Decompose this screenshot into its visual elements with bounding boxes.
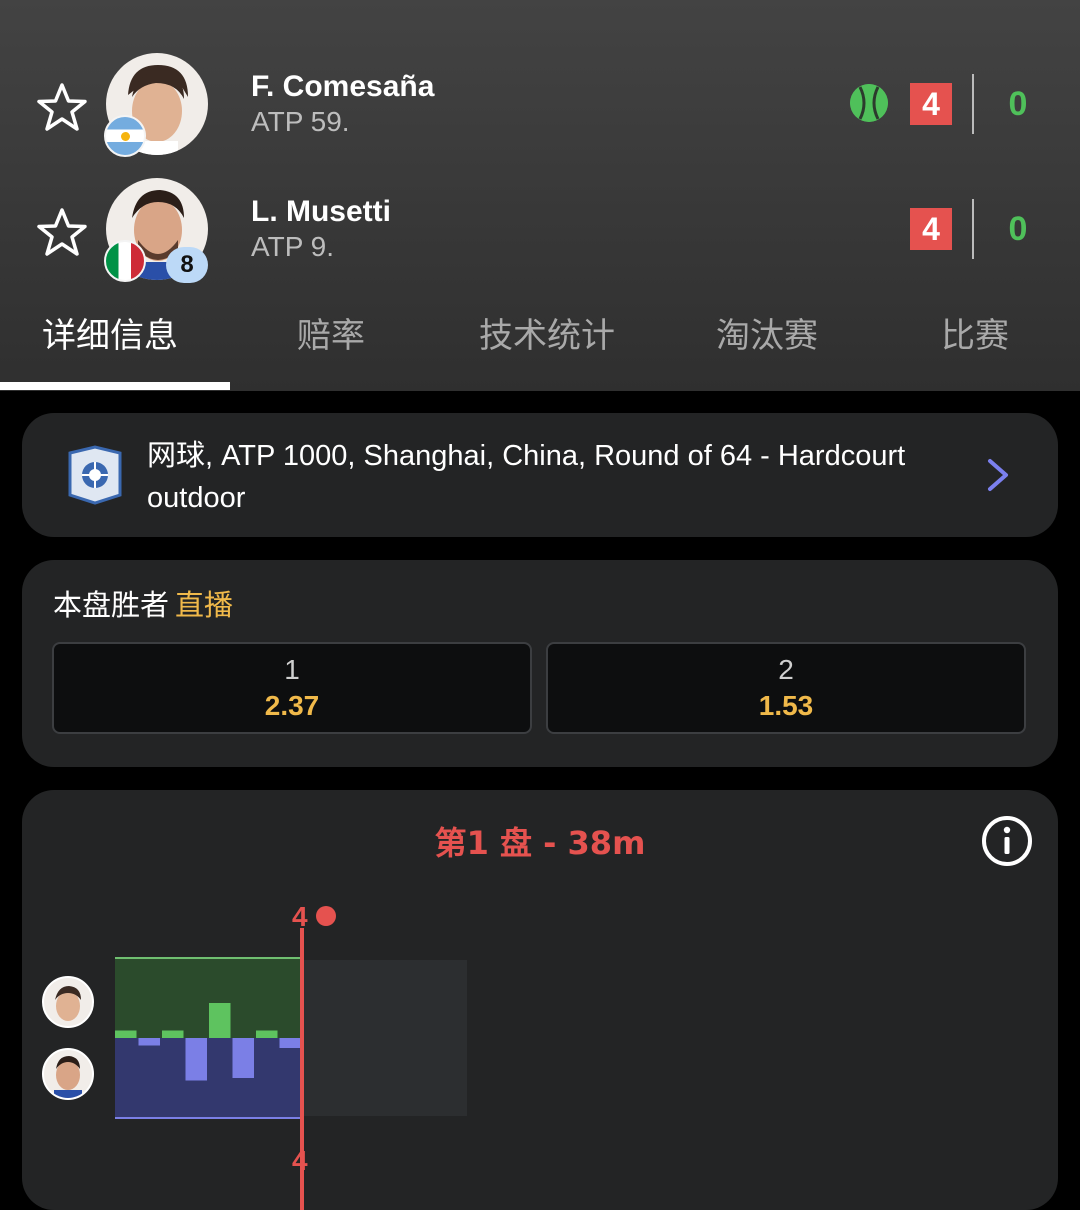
argentina-flag-icon xyxy=(104,115,146,157)
sets-score: 0 xyxy=(1008,210,1028,248)
info-icon[interactable] xyxy=(980,814,1034,868)
match-header: F. Comesaña ATP 59. 4 0 8 L. Musetti ATP… xyxy=(0,0,1080,391)
player-rank: ATP 9. xyxy=(251,231,335,262)
game-bar xyxy=(256,1030,278,1038)
star-icon[interactable] xyxy=(34,205,90,261)
atp-shanghai-logo-icon xyxy=(68,445,122,505)
odds-option-label: 2 xyxy=(778,654,794,685)
tab-odds[interactable]: 赔率 xyxy=(297,308,365,357)
player-name[interactable]: L. Musetti xyxy=(251,195,391,229)
game-bar xyxy=(162,1030,184,1038)
odds-title-text: 本盘胜者 xyxy=(53,588,170,622)
game-bar xyxy=(209,1003,231,1038)
score-divider xyxy=(972,74,974,134)
games-score: 4 xyxy=(910,83,952,125)
tab-details[interactable]: 详细信息 xyxy=(42,308,178,357)
p2-zone xyxy=(115,1038,302,1118)
set-title: 第1 盘 - 38m xyxy=(434,824,646,862)
odds-option-value: 1.53 xyxy=(758,690,814,721)
player-rank: ATP 59. xyxy=(251,106,350,137)
seed-badge: 8 xyxy=(166,247,208,283)
tab-bar: 详细信息 赔率 技术统计 淘汰赛 比赛 xyxy=(0,300,1080,391)
top-score-marker: 4 xyxy=(292,901,308,932)
sets-score: 0 xyxy=(1008,85,1028,123)
player-row-2[interactable]: 8 L. Musetti ATP 9. 4 0 xyxy=(0,175,1080,285)
game-bar xyxy=(279,1038,301,1048)
tournament-card[interactable]: 网球, ATP 1000, Shanghai, China, Round of … xyxy=(22,413,1058,537)
tab-knockout[interactable]: 淘汰赛 xyxy=(716,308,818,357)
odds-title: 本盘胜者 直播 xyxy=(53,582,233,624)
player-name[interactable]: F. Comesaña xyxy=(251,70,434,104)
odds-option-value: 2.37 xyxy=(264,690,320,721)
tennis-ball-serving-icon xyxy=(850,84,888,122)
p1-zone xyxy=(115,958,302,1038)
active-tab-indicator xyxy=(0,382,230,390)
live-label: 直播 xyxy=(175,588,234,622)
bottom-score-marker: 4 xyxy=(292,1145,308,1176)
set-timeline-card: 第1 盘 - 38m 4 4 xyxy=(22,790,1058,1210)
game-bar xyxy=(138,1038,160,1046)
game-bar xyxy=(232,1038,254,1078)
chevron-right-icon[interactable] xyxy=(984,457,1012,493)
momentum-chart: 4 4 xyxy=(115,901,467,1210)
italy-flag-icon xyxy=(104,240,146,282)
tab-matches[interactable]: 比赛 xyxy=(941,308,1009,357)
set-winner-odds-card: 本盘胜者 直播 1 2.37 2 1.53 xyxy=(22,560,1058,767)
odds-option-2[interactable]: 2 1.53 xyxy=(546,642,1026,734)
game-bar xyxy=(115,1030,137,1038)
star-icon[interactable] xyxy=(34,80,90,136)
player-row-1[interactable]: F. Comesaña ATP 59. 4 0 xyxy=(0,50,1080,160)
games-score: 4 xyxy=(910,208,952,250)
tournament-info: 网球, ATP 1000, Shanghai, China, Round of … xyxy=(147,440,906,514)
odds-option-1[interactable]: 1 2.37 xyxy=(52,642,532,734)
odds-option-label: 1 xyxy=(284,654,300,685)
set-point-dot xyxy=(316,906,336,926)
score-divider xyxy=(972,199,974,259)
game-bar xyxy=(185,1038,207,1081)
tab-statistics[interactable]: 技术统计 xyxy=(479,308,615,357)
